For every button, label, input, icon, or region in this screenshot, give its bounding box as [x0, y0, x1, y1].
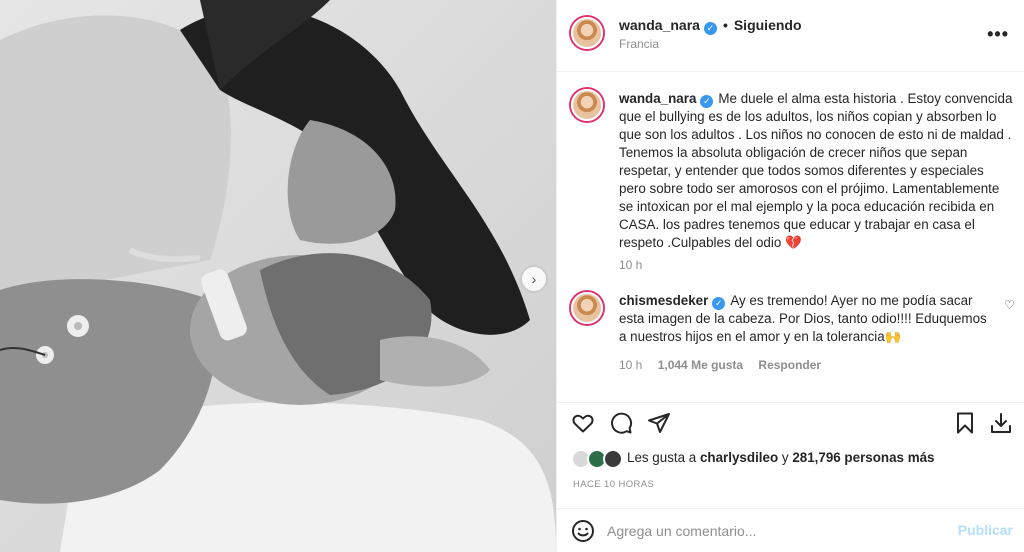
comment-input[interactable]: [607, 521, 947, 541]
comment-composer: Publicar: [557, 508, 1024, 552]
post-timestamp[interactable]: HACE 10 HORAS: [573, 479, 654, 490]
caption-text: wanda_nara ✓ Me duele el alma esta histori…: [619, 90, 1014, 252]
emoji-icon[interactable]: [571, 519, 595, 543]
likes-connector: y: [781, 450, 789, 465]
verified-badge-icon: ✓: [712, 297, 726, 310]
likes-prefix: Les gusta a: [627, 450, 697, 465]
caption-time[interactable]: 10 h: [619, 258, 642, 272]
comment-likes[interactable]: 1,044 Me gusta: [658, 358, 743, 372]
next-photo-button[interactable]: ›: [522, 267, 546, 291]
post-location[interactable]: Francia: [619, 37, 659, 51]
comment-text: chismesdeker ✓ Ay es tremendo! Ayer no me …: [619, 292, 989, 346]
liker-username[interactable]: charlysdileo: [700, 450, 778, 465]
share-icon[interactable]: [647, 411, 671, 435]
comment-icon[interactable]: [609, 411, 633, 435]
post-side-panel: wanda_nara ✓ • Siguiendo Francia ••• wanda_…: [556, 0, 1024, 552]
reply-button[interactable]: Responder: [758, 358, 821, 372]
chevron-right-icon: ›: [531, 271, 537, 287]
caption-avatar[interactable]: [571, 89, 603, 121]
comment-username[interactable]: chismesdeker: [619, 293, 708, 308]
caption-meta: 10 h: [619, 258, 654, 272]
likes-others[interactable]: 281,796 personas más: [792, 450, 934, 465]
download-icon[interactable]: [989, 411, 1013, 435]
comment-meta: 10 h 1,044 Me gusta Responder: [619, 358, 833, 372]
post-actions: [557, 402, 1024, 440]
comment-avatar[interactable]: [571, 292, 603, 324]
separator-dot: •: [722, 17, 728, 33]
following-button[interactable]: Siguiendo: [734, 17, 802, 33]
more-options-icon[interactable]: •••: [987, 24, 1009, 45]
comment-time[interactable]: 10 h: [619, 358, 642, 372]
comments-section: wanda_nara ✓ Me duele el alma esta histori…: [557, 72, 1024, 402]
author-line: wanda_nara ✓ • Siguiendo: [619, 17, 802, 35]
liker-avatar[interactable]: [603, 449, 623, 469]
caption-username[interactable]: wanda_nara: [619, 91, 696, 106]
post-photo[interactable]: ›: [0, 0, 556, 552]
publish-button[interactable]: Publicar: [958, 522, 1013, 538]
verified-badge-icon: ✓: [703, 22, 717, 35]
caption-body: Me duele el alma esta historia . Estoy c…: [619, 91, 1013, 250]
likes-summary: Les gusta a charlysdileo y 281,796 perso…: [557, 442, 1024, 474]
bookmark-icon[interactable]: [953, 411, 977, 435]
heart-icon[interactable]: [571, 411, 595, 435]
likes-text: Les gusta a charlysdileo y 281,796 perso…: [627, 450, 935, 465]
verified-badge-icon: ✓: [700, 95, 714, 108]
photo-illustration: [0, 0, 556, 552]
comment-like-heart-icon[interactable]: ♡: [1004, 298, 1015, 312]
post-header: wanda_nara ✓ • Siguiendo Francia •••: [557, 0, 1024, 72]
author-username[interactable]: wanda_nara: [619, 17, 700, 33]
author-avatar[interactable]: [571, 17, 603, 49]
